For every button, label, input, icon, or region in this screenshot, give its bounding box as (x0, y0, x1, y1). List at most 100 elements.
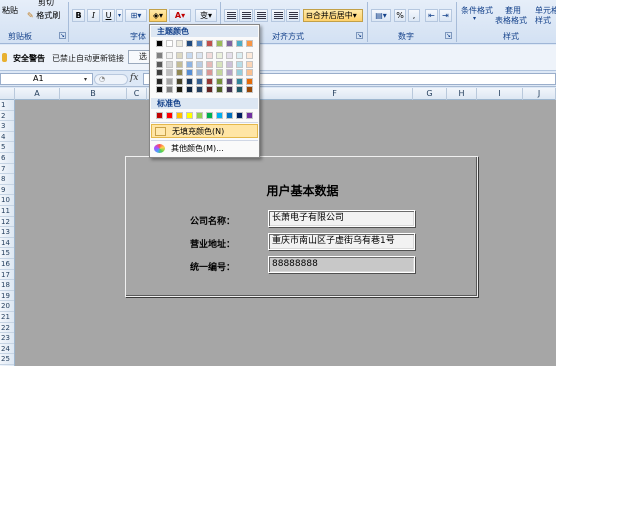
theme-color-swatch[interactable] (176, 40, 183, 47)
row-header[interactable]: 4 (0, 132, 14, 143)
row-header[interactable]: 20 (0, 301, 14, 312)
theme-shade-swatch[interactable] (166, 77, 173, 85)
theme-shade-swatch[interactable] (156, 52, 163, 59)
column-header[interactable]: C (127, 88, 147, 100)
row-header[interactable]: 1 (0, 100, 14, 111)
theme-shade-swatch[interactable] (156, 69, 163, 76)
row-header[interactable]: 23 (0, 333, 14, 344)
theme-color-swatch[interactable] (186, 40, 193, 47)
row-header[interactable]: 11 (0, 206, 14, 217)
standard-color-swatch[interactable] (156, 112, 163, 119)
standard-color-swatch[interactable] (206, 112, 213, 119)
theme-shade-swatch[interactable] (196, 86, 203, 93)
theme-shade-swatch[interactable] (226, 52, 233, 59)
row-header[interactable]: 8 (0, 174, 14, 185)
align-center-button[interactable] (239, 9, 253, 22)
theme-shade-swatch[interactable] (246, 69, 253, 76)
address-field[interactable]: 重庆市南山区子虚街乌有巷1号 (268, 233, 415, 250)
theme-color-swatch[interactable] (156, 40, 163, 47)
theme-color-swatch[interactable] (226, 40, 233, 47)
theme-shade-swatch[interactable] (156, 60, 163, 68)
row-header[interactable]: 5 (0, 142, 14, 153)
standard-color-swatch[interactable] (216, 112, 223, 119)
standard-color-swatch[interactable] (166, 112, 173, 119)
row-header[interactable]: 19 (0, 291, 14, 302)
row-header[interactable]: 12 (0, 217, 14, 228)
business-id-field[interactable]: 88888888 (268, 256, 415, 273)
theme-shade-swatch[interactable] (196, 77, 203, 85)
formula-cancel-enter-group[interactable]: ◔ (94, 74, 128, 85)
theme-shade-swatch[interactable] (226, 86, 233, 93)
theme-color-swatch[interactable] (196, 40, 203, 47)
column-header[interactable]: A (15, 88, 60, 100)
theme-shade-swatch[interactable] (206, 77, 213, 85)
theme-shade-swatch[interactable] (216, 60, 223, 68)
theme-shade-swatch[interactable] (196, 60, 203, 68)
theme-shade-swatch[interactable] (236, 86, 243, 93)
row-header[interactable]: 21 (0, 312, 14, 323)
select-all-corner[interactable] (0, 88, 15, 100)
theme-shade-swatch[interactable] (216, 52, 223, 59)
theme-shade-swatch[interactable] (176, 69, 183, 76)
theme-shade-swatch[interactable] (206, 52, 213, 59)
merge-center-button[interactable]: ⊟合并后居中▾ (303, 9, 363, 22)
theme-shade-swatch[interactable] (166, 69, 173, 76)
no-fill-option[interactable]: 无填充颜色(N) (151, 124, 258, 138)
theme-shade-swatch[interactable] (246, 86, 253, 93)
theme-shade-swatch[interactable] (166, 60, 173, 68)
number-launcher-icon[interactable]: ↘ (445, 32, 452, 39)
theme-shade-swatch[interactable] (196, 69, 203, 76)
theme-color-swatch[interactable] (246, 40, 253, 47)
conditional-format-dropdown-icon[interactable]: ▾ (473, 15, 476, 22)
phonetic-button[interactable]: 变▾ (195, 9, 217, 22)
bold-button[interactable]: B (72, 9, 85, 22)
row-header[interactable]: 18 (0, 280, 14, 291)
column-header[interactable]: G (413, 88, 447, 100)
column-header[interactable]: H (447, 88, 477, 100)
clipboard-launcher-icon[interactable]: ↘ (59, 32, 66, 39)
row-header[interactable]: 22 (0, 323, 14, 334)
row-header[interactable]: 9 (0, 185, 14, 196)
theme-shade-swatch[interactable] (176, 60, 183, 68)
font-color-button[interactable]: A▾ (169, 9, 191, 22)
row-header[interactable]: 2 (0, 111, 14, 122)
theme-shade-swatch[interactable] (176, 77, 183, 85)
theme-shade-swatch[interactable] (206, 60, 213, 68)
theme-color-swatch[interactable] (236, 40, 243, 47)
row-header[interactable]: 24 (0, 344, 14, 355)
theme-shade-swatch[interactable] (166, 86, 173, 93)
comma-button[interactable]: , (408, 9, 420, 22)
row-header[interactable]: 25 (0, 354, 14, 365)
theme-color-swatch[interactable] (206, 40, 213, 47)
row-header[interactable]: 17 (0, 270, 14, 281)
more-colors-option[interactable]: 其他颜色(M)... (151, 142, 258, 156)
row-header[interactable]: 3 (0, 121, 14, 132)
theme-shade-swatch[interactable] (156, 77, 163, 85)
theme-shade-swatch[interactable] (216, 86, 223, 93)
theme-shade-swatch[interactable] (226, 69, 233, 76)
theme-shade-swatch[interactable] (176, 86, 183, 93)
theme-shade-swatch[interactable] (226, 77, 233, 85)
increase-decimal-button[interactable]: ⇤ (425, 9, 438, 22)
row-header[interactable]: 16 (0, 259, 14, 270)
theme-shade-swatch[interactable] (236, 69, 243, 76)
row-header[interactable]: 15 (0, 248, 14, 259)
row-header[interactable]: 7 (0, 164, 14, 175)
theme-shade-swatch[interactable] (236, 77, 243, 85)
increase-indent-button[interactable] (286, 9, 300, 22)
decrease-decimal-button[interactable]: ⇥ (439, 9, 452, 22)
name-box-dropdown-icon[interactable]: ▾ (84, 76, 87, 83)
standard-color-swatch[interactable] (236, 112, 243, 119)
paste-button[interactable]: 粘贴 (2, 5, 18, 16)
name-box[interactable]: A1 (0, 73, 93, 85)
row-header[interactable]: 13 (0, 227, 14, 238)
column-header[interactable]: F (257, 88, 413, 100)
standard-color-swatch[interactable] (196, 112, 203, 119)
row-header[interactable]: 10 (0, 195, 14, 206)
row-header[interactable]: 6 (0, 153, 14, 164)
column-header[interactable]: B (60, 88, 127, 100)
column-header[interactable]: J (523, 88, 556, 100)
italic-button[interactable]: I (87, 9, 100, 22)
theme-shade-swatch[interactable] (186, 60, 193, 68)
borders-button[interactable]: ⊞▾ (125, 9, 147, 22)
